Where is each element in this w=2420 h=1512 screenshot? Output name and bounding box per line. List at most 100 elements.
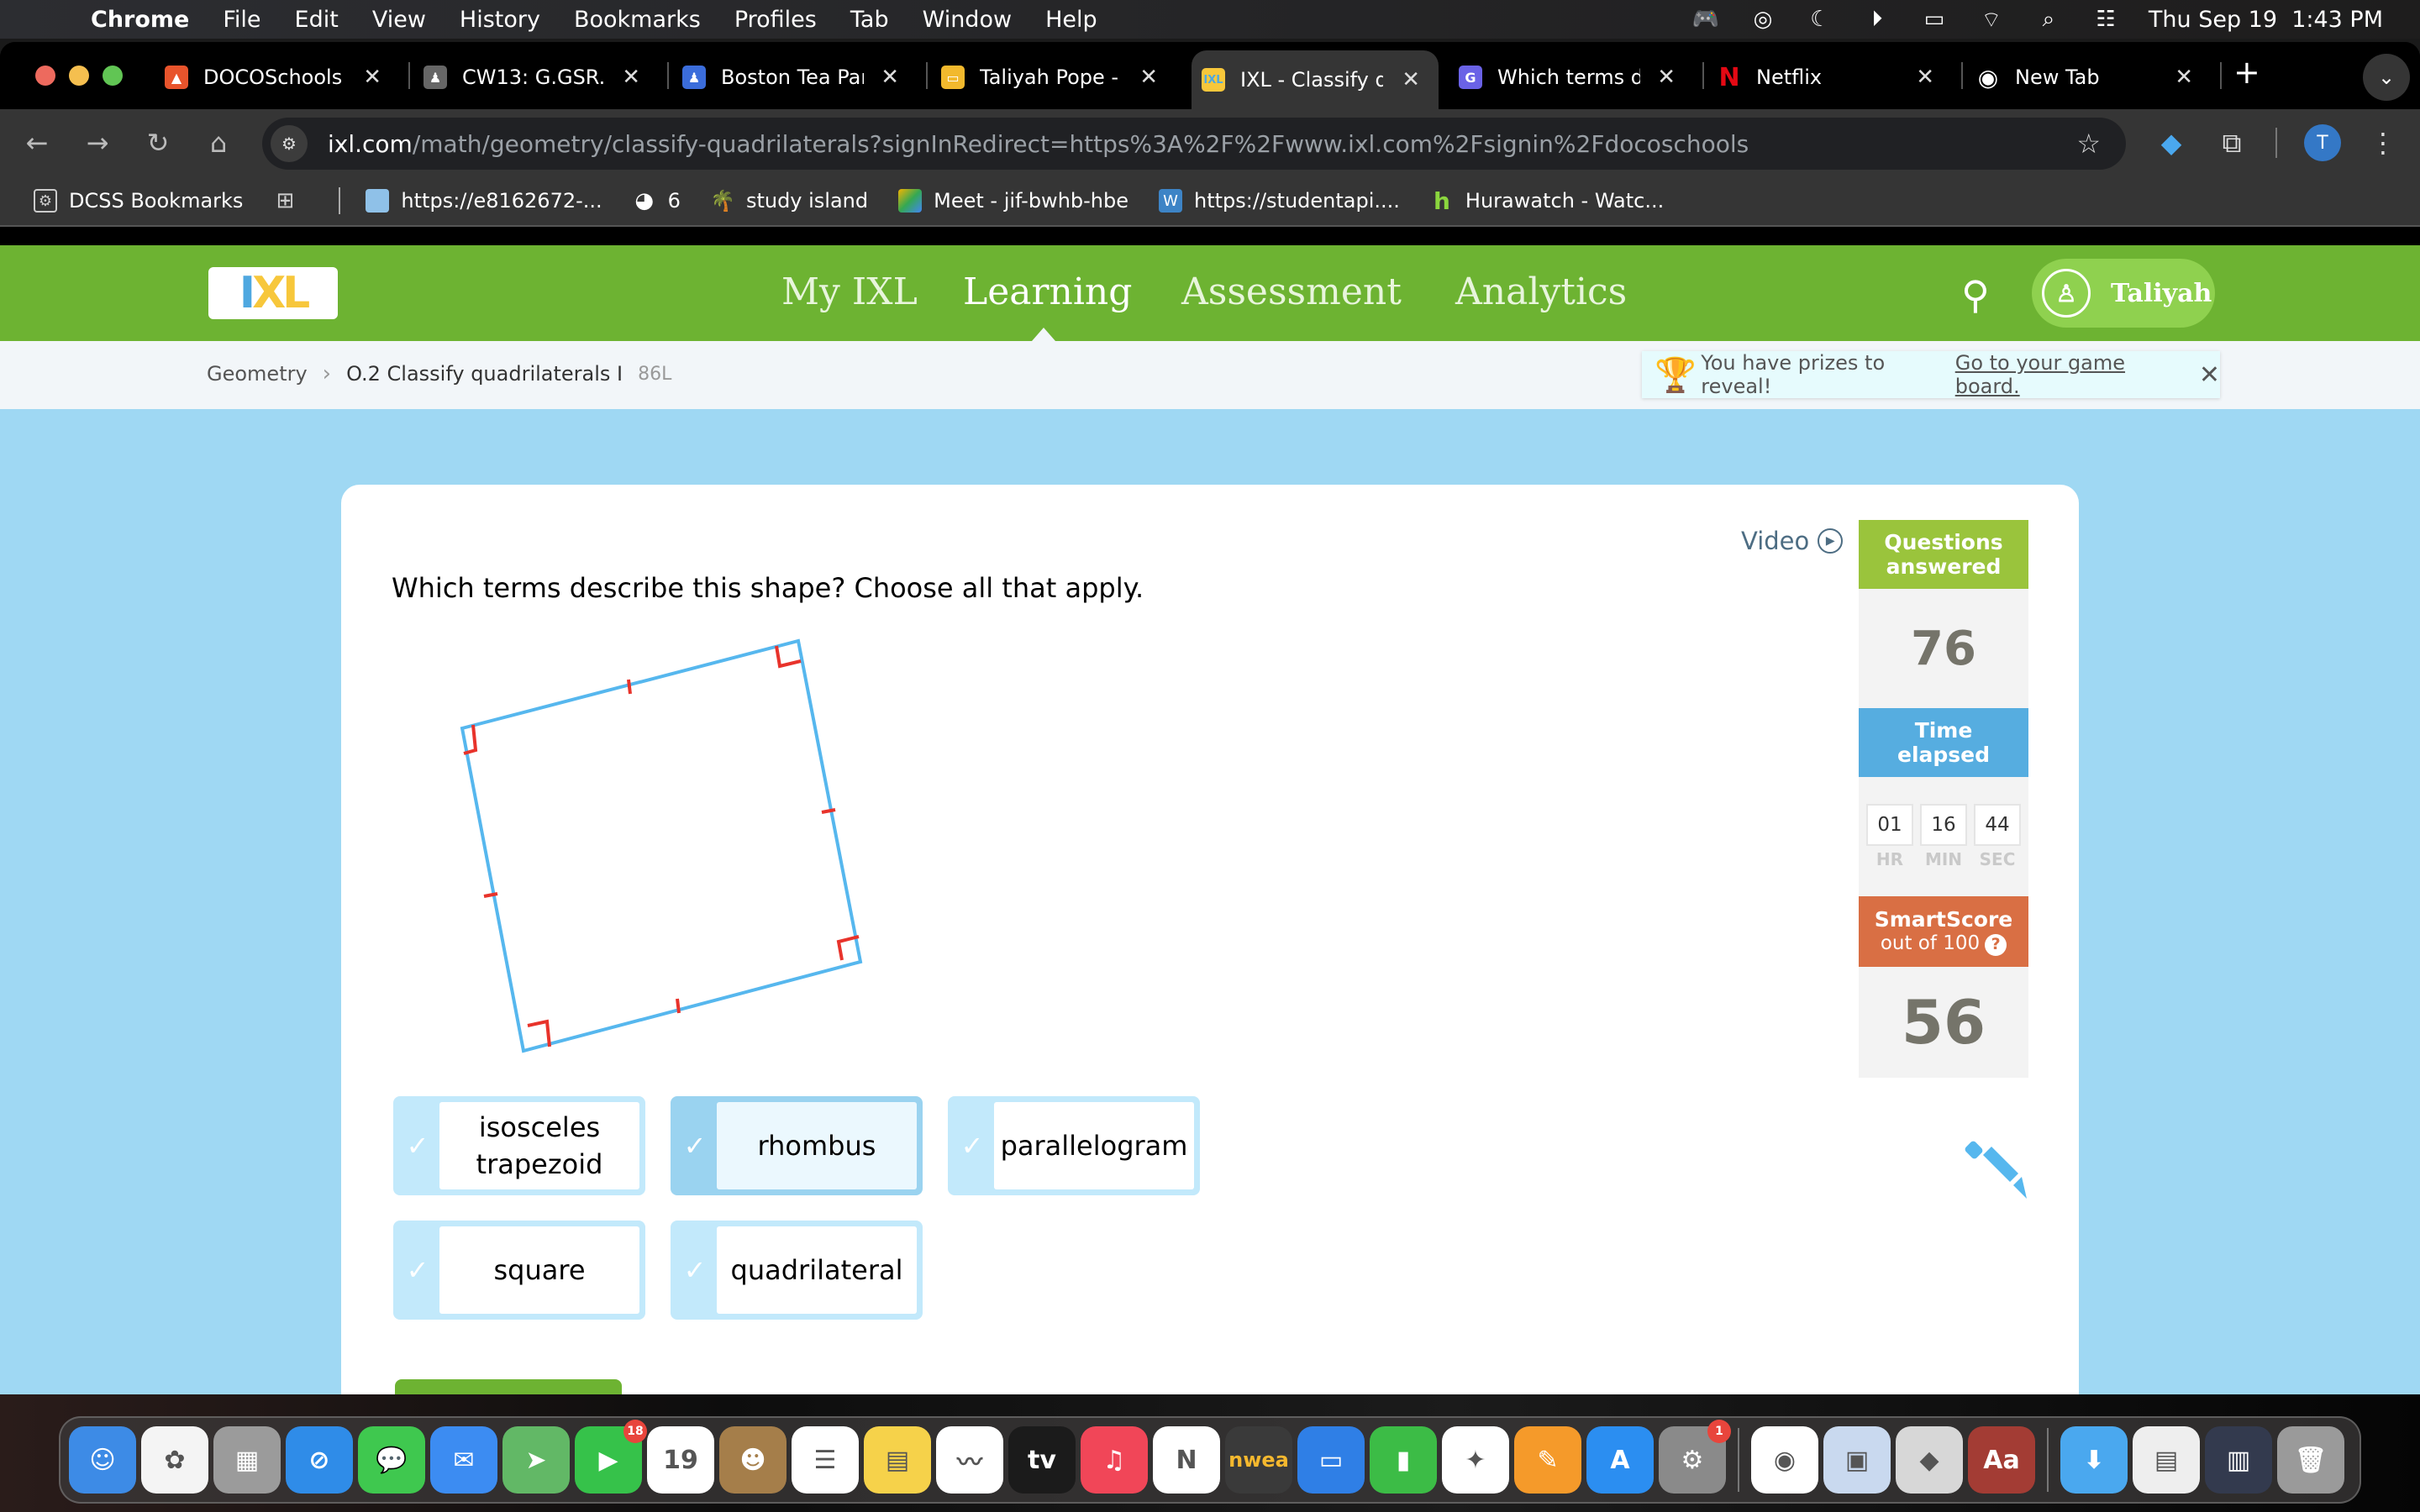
system-settings-icon[interactable]: ⚙ 1 [1659, 1420, 1731, 1494]
messages-icon[interactable]: 💬 [358, 1426, 425, 1494]
choice-isosceles-trapezoid[interactable]: ✓ isosceles trapezoid [393, 1096, 645, 1195]
nwea-icon[interactable]: nwea [1225, 1426, 1292, 1494]
tab-ixl-classify[interactable]: IXL IXL - Classify q ✕ [1192, 50, 1439, 109]
calendar-icon[interactable]: 19 [647, 1426, 714, 1494]
tab-which-terms[interactable]: G Which terms d ✕ [1459, 50, 1694, 104]
menu-view[interactable]: View [372, 7, 426, 33]
moon-icon[interactable]: ☾ [1806, 7, 1834, 32]
freeform-icon[interactable]: 〰 [936, 1426, 1003, 1494]
bookmark-study-island[interactable]: 🌴 study island [710, 189, 868, 213]
menu-edit[interactable]: Edit [295, 7, 339, 33]
clock[interactable]: Thu Sep 19 1:43 PM [2149, 7, 2383, 33]
extensions-puzzle-icon[interactable]: ⧉ [2215, 126, 2249, 160]
menu-app-name[interactable]: Chrome [91, 7, 189, 33]
numbers-icon[interactable]: ▮ [1370, 1426, 1437, 1494]
tab-cw13[interactable]: ♟ CW13: G.GSR.4 ✕ [424, 50, 659, 104]
menu-tab[interactable]: Tab [850, 7, 889, 33]
help-question-icon[interactable]: ? [1985, 933, 2007, 956]
bookmark-meet[interactable]: Meet - jif-bwhb-hbe [898, 189, 1128, 213]
profile-avatar[interactable]: T [2304, 124, 2341, 161]
bookmark-apps[interactable]: ⊞ [273, 188, 308, 213]
nav-assessment[interactable]: Assessment [1181, 270, 1402, 313]
choice-square[interactable]: ✓ square [393, 1221, 645, 1320]
choice-quadrilateral[interactable]: ✓ quadrilateral [671, 1221, 923, 1320]
tab-docoschools[interactable]: ▲ DOCOSchools ✕ [165, 50, 400, 104]
wifi-icon[interactable]: ⌔ [1977, 8, 2006, 33]
keynote-icon[interactable]: ▭ [1297, 1426, 1365, 1494]
ixl-logo[interactable]: I XL [208, 267, 338, 319]
tab-netflix[interactable]: N Netflix ✕ [1718, 50, 1953, 104]
choice-parallelogram[interactable]: ✓ parallelogram [948, 1096, 1200, 1195]
nav-my-ixl[interactable]: My IXL [781, 270, 918, 313]
site-info-icon[interactable]: ⚙ [271, 125, 308, 162]
close-tab-icon[interactable]: ✕ [2175, 65, 2193, 90]
video-button[interactable]: Video ▶ [1741, 527, 1844, 555]
battery-icon[interactable]: ▭ [1920, 7, 1949, 32]
search-icon[interactable]: ⚲ [1961, 272, 1990, 318]
recent-document-icon[interactable]: ▤ [2133, 1426, 2200, 1494]
chrome-menu-icon[interactable]: ⋮ [2366, 126, 2400, 160]
close-tab-icon[interactable]: ✕ [881, 65, 899, 90]
recent-screenshot-icon[interactable]: ▥ [2205, 1426, 2272, 1494]
control-center-icon[interactable]: ☷ [2091, 7, 2120, 32]
trash-icon[interactable]: 🗑 [2277, 1426, 2344, 1494]
roblox-icon[interactable]: ◆ [1896, 1426, 1963, 1494]
nav-learning[interactable]: Learning [963, 270, 1132, 313]
minimize-window-button[interactable] [69, 66, 89, 86]
maximize-window-button[interactable] [103, 66, 123, 86]
pages-icon[interactable]: ✎ [1514, 1426, 1581, 1494]
mail-icon[interactable]: ✉ [430, 1426, 497, 1494]
tab-boston-tea-party[interactable]: ♟ Boston Tea Party ✕ [682, 50, 918, 104]
bookmark-6[interactable]: ◕ 6 [633, 188, 681, 213]
reminders-icon[interactable]: ☰ [792, 1426, 859, 1494]
notes-icon[interactable]: ▤ [864, 1426, 931, 1494]
dictionary-icon[interactable]: Aa [1968, 1426, 2035, 1494]
bookmark-hurawatch[interactable]: h Hurawatch - Watc... [1430, 187, 1664, 215]
bookmark-e8162672[interactable]: https://e8162672-... [366, 189, 602, 213]
bookmark-star-icon[interactable]: ☆ [2076, 128, 2101, 160]
close-tab-icon[interactable]: ✕ [622, 65, 640, 90]
menu-profiles[interactable]: Profiles [734, 7, 817, 33]
safari-icon[interactable]: ⊘ [286, 1426, 353, 1494]
app-store-icon[interactable]: A [1586, 1426, 1654, 1494]
close-icon[interactable]: ✕ [2199, 360, 2220, 390]
launchpad-icon[interactable]: ▦ [213, 1426, 281, 1494]
contacts-icon[interactable]: ☻ [719, 1426, 786, 1494]
forward-button[interactable]: → [81, 126, 114, 160]
close-tab-icon[interactable]: ✕ [1916, 65, 1934, 90]
airdrop-icon[interactable]: ◎ [1749, 7, 1777, 32]
home-button[interactable]: ⌂ [202, 126, 235, 160]
choice-rhombus[interactable]: ✓ rhombus [671, 1096, 923, 1195]
close-window-button[interactable] [35, 66, 55, 86]
submit-button[interactable]: Submit [395, 1379, 622, 1394]
address-bar[interactable]: ⚙ ixl.com/math/geometry/classify-quadril… [262, 118, 2126, 170]
menu-window[interactable]: Window [923, 7, 1012, 33]
close-tab-icon[interactable]: ✕ [363, 65, 381, 90]
news-icon[interactable]: N [1153, 1426, 1220, 1494]
back-button[interactable]: ← [20, 126, 54, 160]
tab-taliyah-pope[interactable]: ▭ Taliyah Pope - ✕ [941, 50, 1176, 104]
menu-bookmarks[interactable]: Bookmarks [574, 7, 701, 33]
nav-analytics[interactable]: Analytics [1455, 270, 1627, 313]
game-board-link[interactable]: Go to your game board. [1955, 351, 2182, 398]
finder-icon[interactable]: ☺ [69, 1426, 136, 1494]
puzzle-app-icon[interactable]: ✦ [1442, 1426, 1509, 1494]
tab-new-tab[interactable]: ◉ New Tab ✕ [1976, 50, 2212, 104]
chrome-icon[interactable]: ◉ [1751, 1426, 1818, 1494]
bookmark-studentapi[interactable]: Whttps://studentapi.... [1159, 189, 1400, 213]
music-icon[interactable]: ♫ [1081, 1426, 1148, 1494]
tab-search-button[interactable]: ⌄ [2363, 54, 2410, 101]
bookmark-dcss[interactable]: ⚙ DCSS Bookmarks [34, 189, 243, 213]
menu-file[interactable]: File [223, 7, 260, 33]
menu-history[interactable]: History [460, 7, 540, 33]
close-tab-icon[interactable]: ✕ [1402, 67, 1420, 92]
reload-button[interactable]: ↻ [141, 126, 175, 160]
search-icon[interactable]: ⌕ [2034, 7, 2063, 32]
downloads-folder-icon[interactable]: ⬇ [2060, 1426, 2128, 1494]
tv-icon[interactable]: tv [1008, 1426, 1076, 1494]
play-icon[interactable]: ⏵ [1863, 7, 1891, 32]
menu-help[interactable]: Help [1045, 7, 1097, 33]
facetime-icon[interactable]: ▶ 18 [575, 1420, 647, 1494]
breadcrumb-geometry[interactable]: Geometry [207, 362, 308, 386]
close-tab-icon[interactable]: ✕ [1657, 65, 1676, 90]
